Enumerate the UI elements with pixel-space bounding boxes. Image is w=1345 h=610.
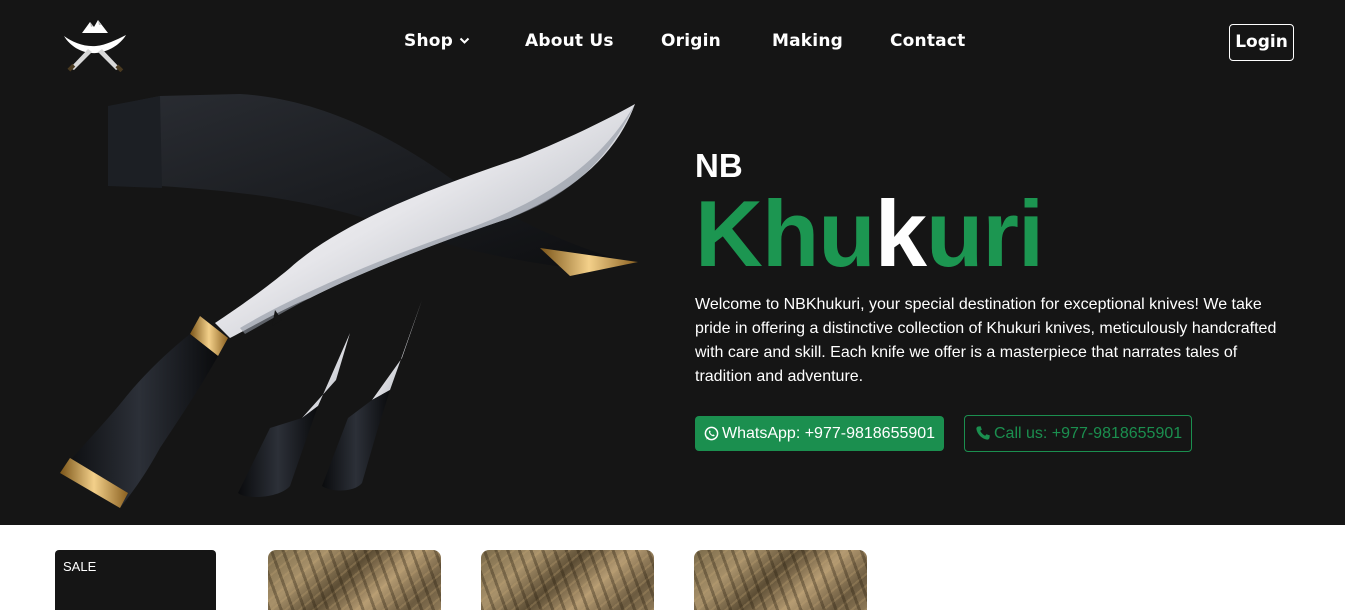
call-label: Call us: +977-9818655901: [994, 425, 1183, 442]
login-button[interactable]: Login: [1229, 24, 1294, 61]
nav-item-label: Shop: [404, 31, 453, 51]
nav-item-contact[interactable]: Contact: [890, 30, 965, 52]
khukuri-knife-image: [60, 94, 638, 508]
phone-icon: [976, 426, 990, 440]
title-part-2: k: [874, 181, 927, 286]
product-image[interactable]: [481, 550, 654, 610]
whatsapp-label: WhatsApp: +977-9818655901: [722, 425, 936, 442]
sale-card[interactable]: SALE: [55, 550, 216, 610]
brand-prefix: NB: [695, 147, 743, 184]
title-part-1: Khu: [695, 181, 876, 286]
whatsapp-button[interactable]: WhatsApp: +977-9818655901: [695, 416, 944, 451]
main-nav: Shop About Us Origin Making Contact: [0, 30, 1345, 54]
call-button[interactable]: Call us: +977-9818655901: [964, 415, 1192, 452]
nav-item-origin[interactable]: Origin: [661, 30, 721, 52]
sale-label: SALE: [63, 559, 97, 574]
chevron-down-icon: [459, 37, 470, 44]
product-image[interactable]: [694, 550, 867, 610]
hero-description: Welcome to NBKhukuri, your special desti…: [695, 296, 1277, 385]
nav-item-shop[interactable]: Shop: [404, 30, 470, 52]
page-title: Khukuri: [695, 186, 1044, 282]
nav-item-about-us[interactable]: About Us: [525, 30, 614, 52]
title-part-3: uri: [926, 181, 1044, 286]
hero-section: Shop About Us Origin Making Contact Logi…: [0, 0, 1345, 525]
whatsapp-icon: [704, 426, 719, 441]
product-image[interactable]: [268, 550, 441, 610]
nav-item-making[interactable]: Making: [772, 30, 843, 52]
